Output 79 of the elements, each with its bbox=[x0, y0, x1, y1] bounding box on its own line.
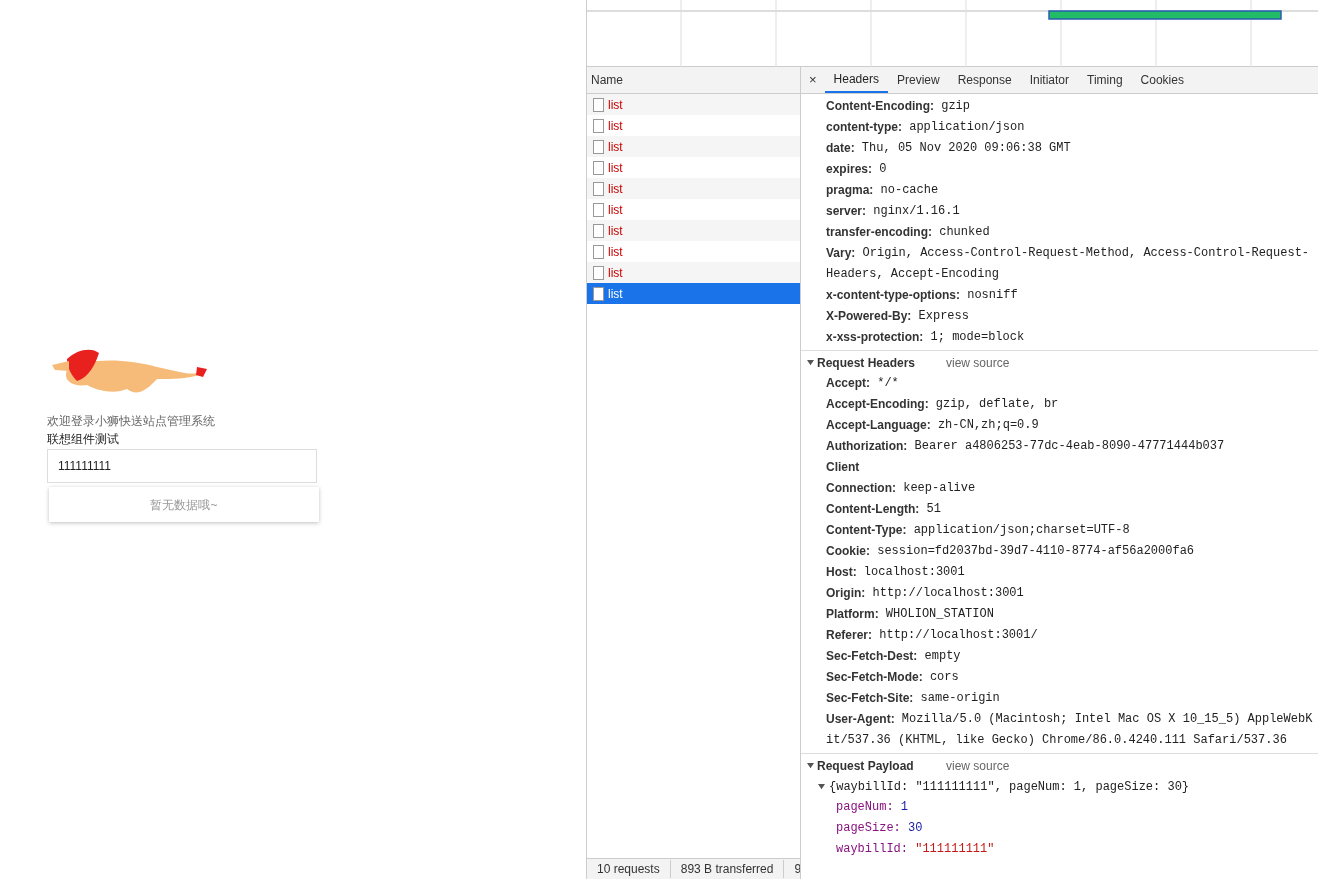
header-line: Referer: http://localhost:3001/ bbox=[825, 627, 1039, 644]
document-icon bbox=[593, 265, 604, 280]
section-title[interactable]: Request Payload bbox=[817, 756, 943, 775]
tab[interactable]: Timing bbox=[1078, 67, 1132, 93]
request-row[interactable]: list bbox=[587, 136, 800, 157]
status-text: 9 bbox=[783, 860, 800, 878]
view-source-link[interactable]: view source bbox=[946, 353, 1010, 372]
document-icon bbox=[593, 244, 604, 259]
request-row[interactable]: list bbox=[587, 283, 800, 304]
header-line: Host: localhost:3001 bbox=[825, 564, 966, 581]
request-name: list bbox=[608, 159, 623, 177]
tab[interactable]: Headers bbox=[824, 67, 888, 93]
header-line: expires: 0 bbox=[825, 161, 888, 178]
header-line: pragma: no-cache bbox=[825, 182, 940, 199]
document-icon bbox=[593, 139, 604, 154]
status-text: 893 B transferred bbox=[669, 860, 784, 878]
request-row[interactable]: list bbox=[587, 262, 800, 283]
triangle-icon[interactable] bbox=[807, 359, 814, 366]
document-icon bbox=[593, 181, 604, 196]
request-name: list bbox=[608, 264, 623, 282]
payload-field: waybillId: "111111111" bbox=[801, 839, 1318, 860]
welcome-text: 欢迎登录小狮快送站点管理系统 bbox=[47, 413, 216, 429]
header-line: Accept-Encoding: gzip, deflate, br bbox=[825, 396, 1060, 413]
input-field[interactable]: 111111111 bbox=[47, 449, 317, 483]
payload-field: pageNum: 1 bbox=[801, 797, 1318, 818]
header-line: Authorization: Bearer a4806253-77dc-4eab-8090-47771444b037 bbox=[825, 438, 1226, 455]
request-row[interactable]: list bbox=[587, 178, 800, 199]
tab[interactable]: Preview bbox=[887, 67, 949, 93]
document-icon bbox=[593, 97, 604, 112]
header-line: content-type: application/json bbox=[825, 119, 1026, 136]
field-label: 联想组件测试 bbox=[47, 431, 120, 447]
request-row[interactable]: list bbox=[587, 220, 800, 241]
document-icon bbox=[593, 118, 604, 133]
header-line: Content-Type: application/json;charset=UTF-8 bbox=[825, 522, 1131, 539]
payload-summary: {waybillId: "111111111", pageNum: 1, pageSize: 30} bbox=[829, 778, 1190, 796]
request-name: list bbox=[608, 201, 623, 219]
header-line: Accept: */* bbox=[825, 375, 900, 392]
document-icon bbox=[593, 223, 604, 238]
section-title[interactable]: Request Headers bbox=[817, 353, 943, 372]
empty-message: 暂无数据哦~ bbox=[150, 496, 218, 514]
tab[interactable]: Initiator bbox=[1020, 67, 1079, 93]
header-line: Client bbox=[825, 459, 861, 476]
tab[interactable]: Response bbox=[948, 67, 1021, 93]
request-name: list bbox=[608, 180, 623, 198]
header-line: X-Powered-By: Express bbox=[825, 308, 970, 325]
request-name: list bbox=[608, 222, 623, 240]
header-line: Sec-Fetch-Dest: empty bbox=[825, 648, 962, 665]
header-line: Content-Length: 51 bbox=[825, 501, 942, 518]
request-name: list bbox=[608, 117, 623, 135]
document-icon bbox=[593, 160, 604, 175]
request-name: list bbox=[608, 243, 623, 261]
header-line: Accept-Language: zh-CN,zh;q=0.9 bbox=[825, 417, 1040, 434]
column-header[interactable]: Name bbox=[587, 67, 800, 94]
header-line: x-content-type-options: nosniff bbox=[825, 287, 1019, 304]
triangle-icon[interactable] bbox=[807, 762, 814, 769]
document-icon bbox=[593, 286, 604, 301]
header-line: User-Agent: Mozilla/5.0 (Macintosh; Intel Mac OS X 10_15_5) AppleWebKit/537.36 (KHTML, like Gecko) Chrome/86.0.4240.111 Safari/537.36 bbox=[825, 711, 1314, 749]
payload-field: pageSize: 30 bbox=[801, 818, 1318, 839]
close-button[interactable]: × bbox=[801, 67, 825, 93]
tab[interactable]: Cookies bbox=[1131, 67, 1193, 93]
request-name: list bbox=[608, 138, 623, 156]
header-line: Sec-Fetch-Site: same-origin bbox=[825, 690, 1001, 707]
request-row[interactable]: list bbox=[587, 94, 800, 115]
header-line: Content-Encoding: gzip bbox=[825, 98, 971, 115]
document-icon bbox=[593, 202, 604, 217]
header-line: date: Thu, 05 Nov 2020 09:06:38 GMT bbox=[825, 140, 1072, 157]
triangle-icon[interactable] bbox=[818, 783, 825, 790]
status-text: 10 requests bbox=[596, 861, 661, 878]
header-line: Platform: WHOLION_STATION bbox=[825, 606, 995, 623]
request-name: list bbox=[608, 285, 623, 303]
header-line: transfer-encoding: chunked bbox=[825, 224, 991, 241]
request-name: list bbox=[608, 96, 623, 114]
header-line: Origin: http://localhost:3001 bbox=[825, 585, 1025, 602]
header-line: Connection: keep-alive bbox=[825, 480, 977, 497]
view-source-link[interactable]: view source bbox=[946, 756, 1010, 775]
header-line: Cookie: session=fd2037bd-39d7-4110-8774-af56a2000fa6 bbox=[825, 543, 1196, 560]
header-line: server: nginx/1.16.1 bbox=[825, 203, 961, 220]
header-line: Sec-Fetch-Mode: cors bbox=[825, 669, 960, 686]
header-line: x-xss-protection: 1; mode=block bbox=[825, 329, 1026, 346]
